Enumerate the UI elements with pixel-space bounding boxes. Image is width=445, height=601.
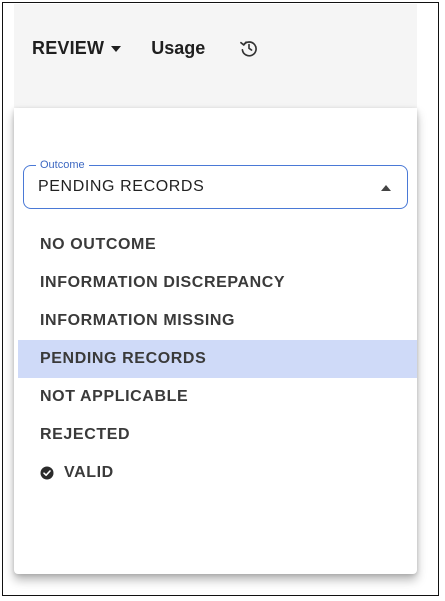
- option-label: PENDING RECORDS: [40, 350, 207, 367]
- option-label: VALID: [64, 464, 114, 481]
- outcome-panel: Outcome PENDING RECORDS NO OUTCOME INFOR…: [14, 108, 417, 574]
- toolbar: REVIEW Usage: [14, 4, 417, 108]
- option-label: REJECTED: [40, 426, 131, 443]
- option-rejected[interactable]: REJECTED: [18, 416, 417, 454]
- caret-down-icon: [111, 46, 122, 52]
- option-not-applicable[interactable]: NOT APPLICABLE: [18, 378, 417, 416]
- outcome-select[interactable]: Outcome PENDING RECORDS: [23, 158, 408, 209]
- option-label: INFORMATION MISSING: [40, 312, 236, 329]
- outcome-select-label: Outcome: [36, 158, 89, 172]
- caret-up-icon[interactable]: [381, 185, 391, 191]
- option-label: NO OUTCOME: [40, 236, 157, 253]
- option-pending-records[interactable]: PENDING RECORDS: [18, 340, 417, 378]
- option-no-outcome[interactable]: NO OUTCOME: [18, 226, 417, 264]
- toolbar-row: REVIEW Usage: [32, 34, 261, 62]
- option-information-discrepancy[interactable]: INFORMATION DISCREPANCY: [18, 264, 417, 302]
- option-valid[interactable]: VALID: [18, 454, 417, 492]
- outcome-options-list: NO OUTCOME INFORMATION DISCREPANCY INFOR…: [18, 226, 417, 492]
- usage-link[interactable]: Usage: [151, 38, 205, 59]
- option-label: INFORMATION DISCREPANCY: [40, 274, 286, 291]
- review-menu-label: REVIEW: [32, 37, 105, 58]
- check-circle-icon: [40, 466, 54, 480]
- outcome-select-value: PENDING RECORDS: [38, 178, 205, 195]
- history-icon[interactable]: [237, 36, 261, 60]
- review-menu-button[interactable]: REVIEW: [32, 37, 122, 59]
- option-information-missing[interactable]: INFORMATION MISSING: [18, 302, 417, 340]
- option-label: NOT APPLICABLE: [40, 388, 189, 405]
